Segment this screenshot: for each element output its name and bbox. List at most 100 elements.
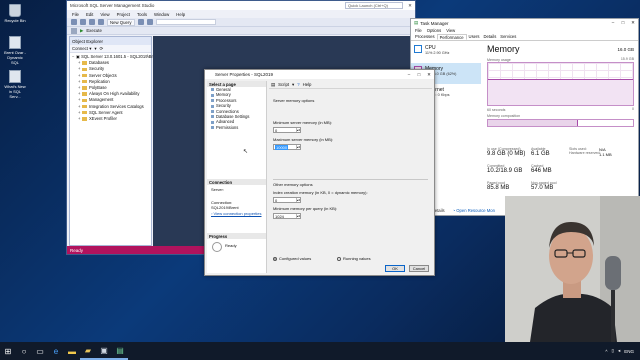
document-shortcut[interactable]: What's New in SQL Serv... — [3, 70, 27, 99]
menu-window[interactable]: Window — [154, 12, 169, 17]
network-icon[interactable]: ▯ — [611, 348, 613, 354]
volume-icon[interactable]: ◂ — [618, 348, 620, 354]
dialog-left-pane: Select a page General Memory Processors … — [207, 81, 267, 273]
maximize-icon[interactable]: □ — [414, 72, 424, 78]
resource-cpu[interactable]: CPU 11% 2.90 GHz — [411, 42, 481, 63]
tab-details[interactable]: Details — [481, 34, 498, 40]
quick-launch-input[interactable]: Quick Launch (Ctrl+Q) — [345, 2, 403, 9]
redo-icon[interactable] — [146, 19, 153, 25]
ssms-icon[interactable]: ▰ — [80, 342, 96, 360]
recycle-bin-shortcut[interactable]: Recycle Bin — [3, 4, 27, 23]
spinner-arrows-icon[interactable]: ▴▾ — [296, 128, 300, 132]
start-icon[interactable]: ⊞ — [0, 342, 16, 360]
stat-available: 6.1 GB — [531, 151, 550, 157]
object-tree: − ▣ SQL Server 13.0.1601.5 - SQL2019\Bren… — [70, 53, 159, 122]
max-memory-input[interactable]: 10000 ▴▾ — [273, 144, 301, 150]
minimize-icon[interactable]: – — [608, 20, 618, 26]
back-icon[interactable] — [71, 19, 77, 25]
progress-status: Ready — [225, 243, 237, 248]
task-view-icon[interactable]: ▭ — [32, 342, 48, 360]
language-indicator[interactable]: ENG — [624, 349, 634, 354]
execute-button[interactable]: Execute — [86, 28, 102, 33]
menu-view[interactable]: View — [100, 12, 109, 17]
memory-panel: Memory 16.0 GB Memory usage 15.9 GB 60 s… — [487, 44, 634, 191]
new-query-button[interactable]: New Query — [107, 18, 135, 26]
open-icon[interactable] — [89, 19, 95, 25]
task-manager-icon: ▤ — [414, 20, 419, 25]
filter-icon[interactable]: ▾ — [94, 46, 96, 52]
min-memory-label: Minimum server memory (in MB): — [273, 120, 333, 125]
dialog-right-pane: ▤ Script ▾ ? Help Server memory options … — [269, 81, 432, 273]
close-icon[interactable]: ✕ — [405, 3, 415, 9]
page-icon — [211, 104, 214, 108]
tab-users[interactable]: Users — [467, 34, 482, 40]
spinner-arrows-icon[interactable]: ▴▾ — [296, 145, 300, 149]
ok-button[interactable]: OK — [385, 265, 405, 272]
memory-capacity: 16.0 GB — [617, 47, 634, 52]
view-connection-properties-link[interactable]: ▫ View connection properties — [211, 211, 262, 216]
folder-icon — [82, 92, 87, 96]
agent-icon — [82, 110, 87, 115]
page-permissions[interactable]: Permissions — [207, 125, 266, 130]
open-resource-monitor-link[interactable]: ◔ Open Resource Mon — [453, 208, 495, 213]
cancel-button[interactable]: Cancel — [409, 265, 429, 272]
folder-icon — [82, 117, 87, 121]
menu-file[interactable]: File — [415, 28, 422, 33]
running-values-radio[interactable]: Running values — [337, 256, 371, 261]
index-memory-input[interactable]: 0 ▴▾ — [273, 197, 301, 203]
system-tray: ^ ▯ ◂ ENG — [605, 348, 640, 354]
folder-icon — [82, 86, 87, 90]
terminal-icon[interactable]: ▣ — [96, 342, 112, 360]
connection-value: SQL2019\Brent — [211, 205, 239, 210]
tab-performance[interactable]: Performance — [436, 34, 467, 40]
composition-free — [578, 120, 633, 126]
connection-header: Connection — [207, 179, 266, 185]
save-icon[interactable] — [98, 19, 104, 25]
spinner-arrows-icon[interactable]: ▴▾ — [296, 198, 300, 202]
help-button[interactable]: Help — [303, 82, 312, 87]
search-icon[interactable]: ○ — [16, 342, 32, 360]
menu-options[interactable]: Options — [427, 28, 441, 33]
minimize-icon[interactable]: – — [404, 72, 414, 78]
menu-file[interactable]: File — [72, 12, 79, 17]
close-icon[interactable]: ✕ — [628, 20, 638, 26]
close-icon[interactable]: ✕ — [424, 72, 434, 78]
maximize-icon[interactable]: □ — [618, 20, 628, 26]
min-memory-input[interactable]: 0 ▴▾ — [273, 127, 301, 133]
connect-button[interactable]: Connect ▾ — [72, 46, 91, 52]
forward-icon[interactable] — [80, 19, 86, 25]
refresh-icon[interactable]: ⟳ — [100, 46, 104, 52]
page-icon — [211, 120, 214, 124]
tree-node[interactable]: + XEvent Profiler — [72, 116, 151, 122]
edge-icon[interactable]: e — [48, 342, 64, 360]
max-memory-label: Maximum server memory (in MB): — [273, 137, 334, 142]
object-explorer-toolbar: Connect ▾ ▾ ⟳ — [70, 45, 151, 53]
undo-icon[interactable] — [137, 19, 144, 25]
app-title: Microsoft SQL Server Management Studio — [70, 3, 155, 8]
database-dropdown[interactable] — [155, 19, 216, 25]
tab-services[interactable]: Services — [498, 34, 518, 40]
task-manager-icon[interactable]: ▤ — [112, 342, 128, 360]
min-query-memory-input[interactable]: 1024 ▴▾ — [273, 213, 301, 219]
menu-edit[interactable]: Edit — [86, 12, 93, 17]
divider — [273, 179, 428, 180]
cpu-sparkline-icon — [414, 45, 422, 53]
task-manager-window: ▤ Task Manager – □ ✕ File Options View P… — [410, 18, 639, 216]
menu-view[interactable]: View — [446, 28, 455, 33]
document-shortcut[interactable]: Brent Ozar - Dynamic SQL — [3, 36, 27, 65]
spinner-arrows-icon[interactable]: ▴▾ — [296, 214, 300, 218]
tab-processes[interactable]: Processes — [413, 34, 437, 40]
script-button[interactable]: Script — [278, 82, 289, 87]
tray-chevron-icon[interactable]: ^ — [605, 349, 607, 354]
server-properties-dialog: Server Properties - SQL2019 – □ ✕ Select… — [204, 69, 435, 276]
menu-project[interactable]: Project — [117, 12, 130, 17]
dropdown-icon[interactable]: ▾ — [292, 82, 294, 88]
menu-tools[interactable]: Tools — [137, 12, 147, 17]
configured-values-radio[interactable]: Configured values — [273, 256, 311, 261]
task-manager-titlebar: ▤ Task Manager – □ ✕ — [411, 19, 638, 27]
menu-help[interactable]: Help — [176, 12, 185, 17]
execute-icon[interactable]: ▶ — [80, 28, 83, 34]
memory-usage-max: 15.9 GB — [620, 57, 634, 61]
recycle-bin-icon — [9, 4, 21, 17]
file-explorer-icon[interactable]: ▬ — [64, 342, 80, 360]
